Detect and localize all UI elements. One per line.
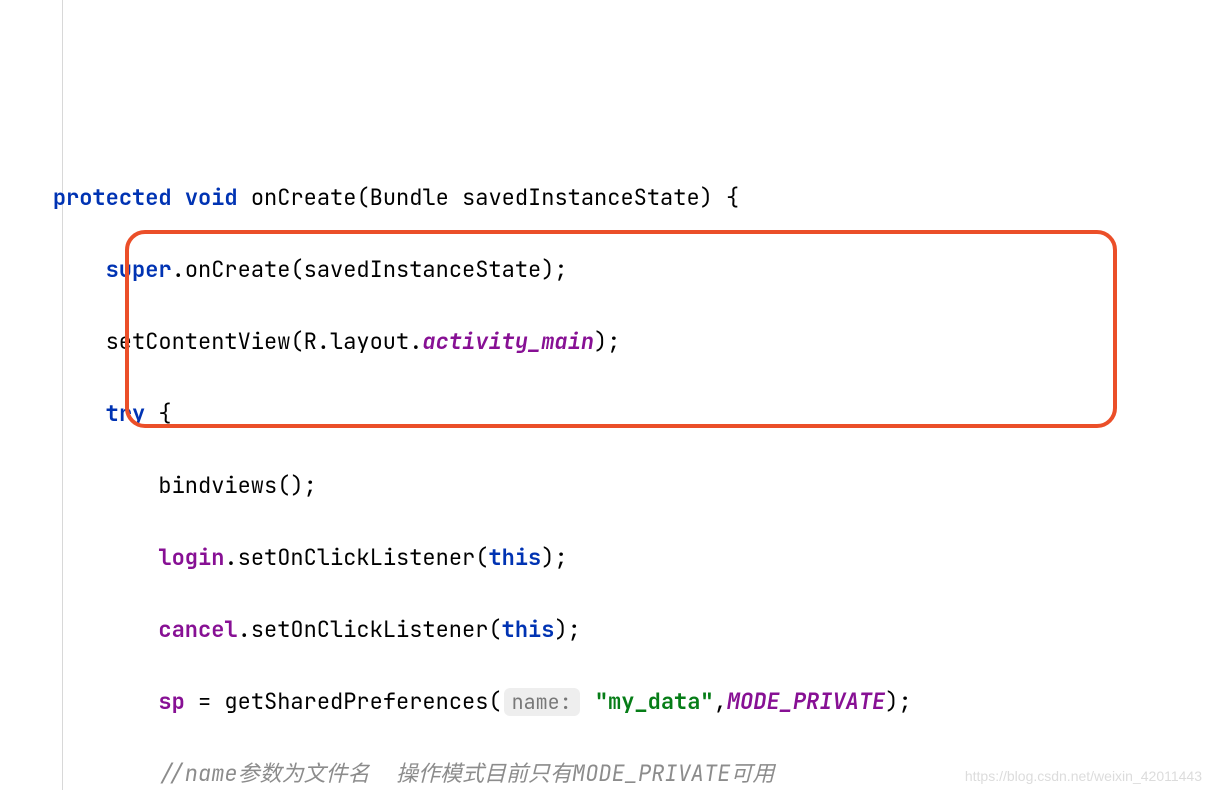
param-hint-name: name:: [504, 688, 580, 716]
code-editor[interactable]: protected void onCreate(Bundle savedInst…: [0, 0, 1212, 790]
method-signature: onCreate(Bundle savedInstanceState) {: [251, 183, 739, 212]
field-cancel: cancel: [158, 615, 237, 644]
field-sp: sp: [158, 687, 184, 716]
code-line: try {: [0, 396, 1212, 432]
keyword-super: super: [106, 255, 172, 284]
comment: //name参数为文件名 操作模式目前只有MODE_PRIVATE可用: [158, 759, 774, 788]
keyword-try: try: [106, 399, 146, 428]
keyword-protected: protected: [53, 183, 172, 212]
const-mode-private: MODE_PRIVATE: [727, 687, 885, 716]
code-line: sp = getSharedPreferences(name: "my_data…: [0, 684, 1212, 720]
code-line: bindviews();: [0, 468, 1212, 504]
watermark: https://blog.csdn.net/weixin_42011443: [965, 768, 1202, 784]
gutter: [0, 0, 40, 790]
code-line: login.setOnClickListener(this);: [0, 540, 1212, 576]
code-line: protected void onCreate(Bundle savedInst…: [0, 180, 1212, 216]
layout-ref: activity_main: [422, 327, 594, 356]
string-literal: "my_data": [595, 687, 714, 716]
field-login: login: [158, 543, 224, 572]
code-line: setContentView(R.layout.activity_main);: [0, 324, 1212, 360]
code-line: super.onCreate(savedInstanceState);: [0, 252, 1212, 288]
code-line: cancel.setOnClickListener(this);: [0, 612, 1212, 648]
keyword-void: void: [185, 183, 238, 212]
